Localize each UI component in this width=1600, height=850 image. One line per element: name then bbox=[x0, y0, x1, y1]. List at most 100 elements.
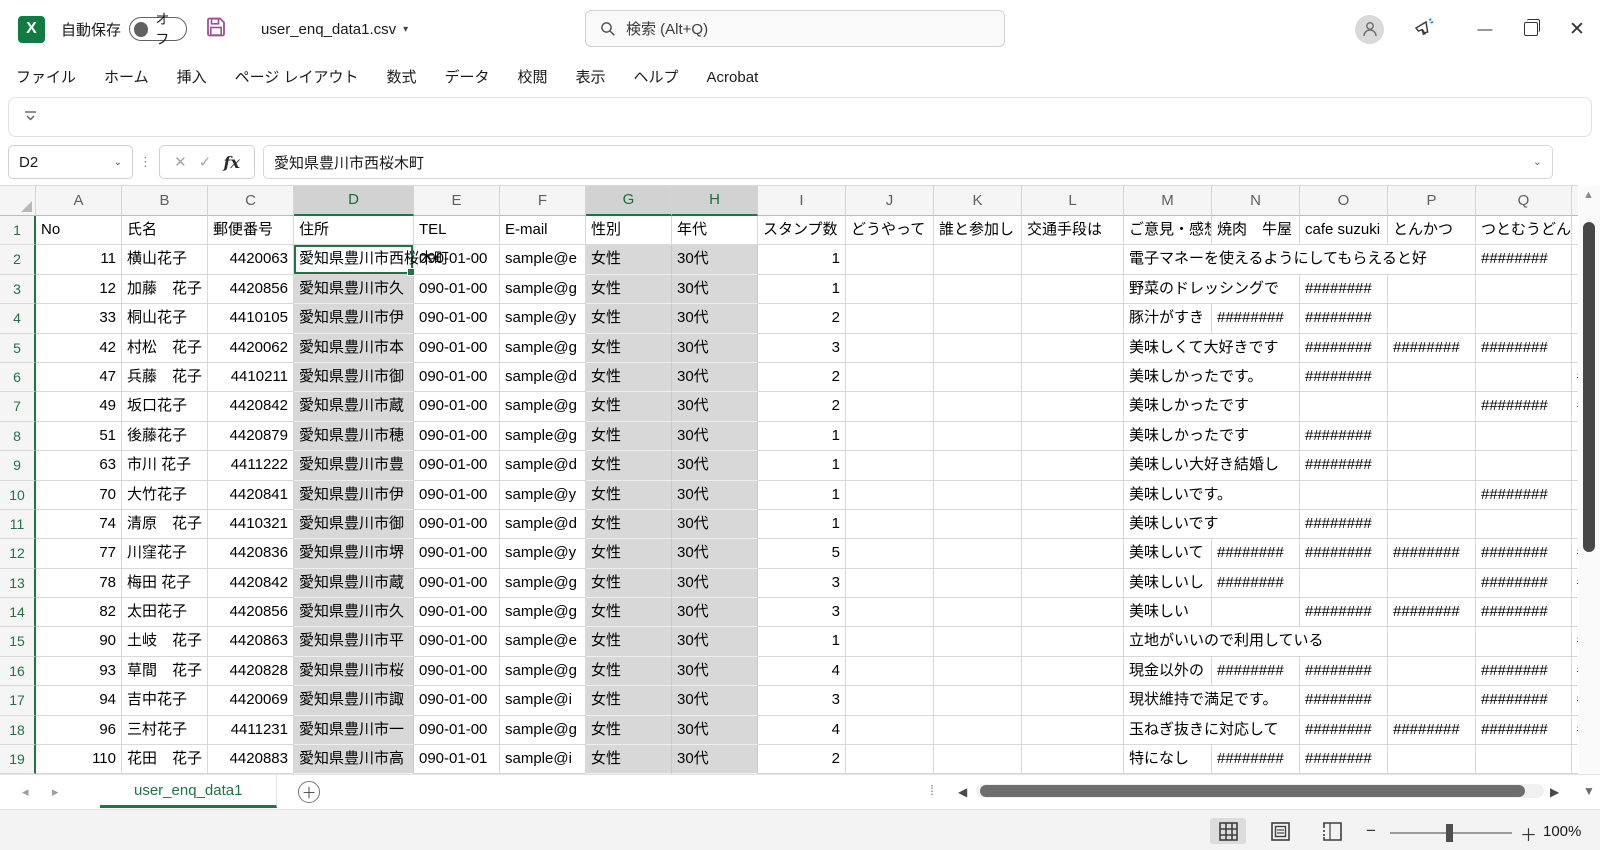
cell-E8[interactable]: 090-01-00 bbox=[414, 422, 500, 451]
cell-N4[interactable]: ######## bbox=[1212, 304, 1300, 333]
cell-I15[interactable]: 1 bbox=[758, 627, 846, 656]
cell-A7[interactable]: 49 bbox=[36, 392, 122, 421]
cell-M8[interactable]: 美味しかったです bbox=[1124, 422, 1300, 451]
cell-I14[interactable]: 3 bbox=[758, 598, 846, 627]
row-header-6[interactable]: 6 bbox=[0, 363, 36, 392]
cell-F7[interactable]: sample@g bbox=[500, 392, 586, 421]
insert-function-icon[interactable]: fx bbox=[224, 153, 240, 172]
cell-E12[interactable]: 090-01-00 bbox=[414, 539, 500, 568]
cell-R19[interactable] bbox=[1572, 745, 1578, 774]
cell-D4[interactable]: 愛知県豊川市伊 bbox=[294, 304, 414, 333]
cell-I10[interactable]: 1 bbox=[758, 481, 846, 510]
zoom-slider-thumb[interactable] bbox=[1446, 824, 1453, 842]
cell-G18[interactable]: 女性 bbox=[586, 716, 672, 745]
cell-K8[interactable] bbox=[934, 422, 1022, 451]
cell-O17[interactable]: ######## bbox=[1300, 686, 1388, 715]
scroll-up-icon[interactable]: ▲ bbox=[1583, 189, 1595, 201]
column-header-M[interactable]: M bbox=[1124, 186, 1212, 216]
cell-Q11[interactable] bbox=[1476, 510, 1572, 539]
cell-E14[interactable]: 090-01-00 bbox=[414, 598, 500, 627]
cell-O12[interactable]: ######## bbox=[1300, 539, 1388, 568]
cell-D5[interactable]: 愛知県豊川市本 bbox=[294, 334, 414, 363]
cell-J18[interactable] bbox=[846, 716, 934, 745]
cell-R16[interactable]: ######## bbox=[1572, 657, 1578, 686]
cell-A9[interactable]: 63 bbox=[36, 451, 122, 480]
cell-K12[interactable] bbox=[934, 539, 1022, 568]
cell-B15[interactable]: 土岐 花子 bbox=[122, 627, 208, 656]
cell-C18[interactable]: 4411231 bbox=[208, 716, 294, 745]
cell-G6[interactable]: 女性 bbox=[586, 363, 672, 392]
cell-R1[interactable] bbox=[1572, 216, 1578, 245]
cell-I17[interactable]: 3 bbox=[758, 686, 846, 715]
cell-B16[interactable]: 草間 花子 bbox=[122, 657, 208, 686]
cell-A19[interactable]: 110 bbox=[36, 745, 122, 774]
ribbon-tab-4[interactable]: 数式 bbox=[372, 58, 430, 97]
cell-I7[interactable]: 2 bbox=[758, 392, 846, 421]
cell-M16[interactable]: 現金以外の bbox=[1124, 657, 1212, 686]
cell-H6[interactable]: 30代 bbox=[672, 363, 758, 392]
cell-K2[interactable] bbox=[934, 245, 1022, 274]
minimize-button[interactable]: — bbox=[1462, 0, 1508, 58]
cell-C13[interactable]: 4420842 bbox=[208, 569, 294, 598]
column-header-O[interactable]: O bbox=[1300, 186, 1388, 216]
cell-L15[interactable] bbox=[1022, 627, 1124, 656]
cell-K13[interactable] bbox=[934, 569, 1022, 598]
cell-K1[interactable]: 誰と参加し bbox=[934, 216, 1022, 245]
cell-B4[interactable]: 桐山花子 bbox=[122, 304, 208, 333]
cell-C4[interactable]: 4410105 bbox=[208, 304, 294, 333]
cell-A15[interactable]: 90 bbox=[36, 627, 122, 656]
cell-A4[interactable]: 33 bbox=[36, 304, 122, 333]
ribbon-tab-5[interactable]: データ bbox=[430, 58, 503, 97]
cell-O13[interactable] bbox=[1300, 569, 1388, 598]
cell-R14[interactable] bbox=[1572, 598, 1578, 627]
cell-H17[interactable]: 30代 bbox=[672, 686, 758, 715]
cell-R5[interactable] bbox=[1572, 334, 1578, 363]
cell-O10[interactable] bbox=[1300, 481, 1388, 510]
cell-D19[interactable]: 愛知県豊川市高 bbox=[294, 745, 414, 774]
normal-view-button[interactable] bbox=[1210, 818, 1246, 844]
cell-R3[interactable] bbox=[1572, 275, 1578, 304]
cell-H12[interactable]: 30代 bbox=[672, 539, 758, 568]
name-box[interactable]: D2 ⌄ bbox=[8, 145, 133, 179]
cell-D15[interactable]: 愛知県豊川市平 bbox=[294, 627, 414, 656]
page-layout-view-button[interactable] bbox=[1262, 818, 1298, 844]
close-button[interactable]: ✕ bbox=[1554, 0, 1600, 58]
cell-I6[interactable]: 2 bbox=[758, 363, 846, 392]
cell-C14[interactable]: 4420856 bbox=[208, 598, 294, 627]
search-input[interactable]: 検索 (Alt+Q) bbox=[585, 10, 1005, 47]
cell-A6[interactable]: 47 bbox=[36, 363, 122, 392]
cell-B11[interactable]: 清原 花子 bbox=[122, 510, 208, 539]
cell-D12[interactable]: 愛知県豊川市堺 bbox=[294, 539, 414, 568]
column-header-R[interactable] bbox=[1572, 186, 1578, 216]
cell-H15[interactable]: 30代 bbox=[672, 627, 758, 656]
cell-P16[interactable] bbox=[1388, 657, 1476, 686]
cell-F11[interactable]: sample@d bbox=[500, 510, 586, 539]
cell-N19[interactable]: ######## bbox=[1212, 745, 1300, 774]
cell-J17[interactable] bbox=[846, 686, 934, 715]
cell-M1[interactable]: ご意見・感想 bbox=[1124, 216, 1212, 245]
cell-M12[interactable]: 美味しいて bbox=[1124, 539, 1212, 568]
cell-G1[interactable]: 性別 bbox=[586, 216, 672, 245]
cell-R17[interactable]: ######## bbox=[1572, 686, 1578, 715]
cancel-icon[interactable]: ✕ bbox=[174, 153, 187, 171]
cell-P10[interactable] bbox=[1388, 481, 1476, 510]
hscroll-left-icon[interactable]: ◀ bbox=[958, 785, 967, 799]
ribbon-tab-6[interactable]: 校閲 bbox=[504, 58, 562, 97]
cell-D1[interactable]: 住所 bbox=[294, 216, 414, 245]
cell-D9[interactable]: 愛知県豊川市豊 bbox=[294, 451, 414, 480]
cell-R13[interactable]: ######## bbox=[1572, 569, 1578, 598]
cell-E17[interactable]: 090-01-00 bbox=[414, 686, 500, 715]
cell-H7[interactable]: 30代 bbox=[672, 392, 758, 421]
cell-I1[interactable]: スタンプ数 bbox=[758, 216, 846, 245]
cell-L13[interactable] bbox=[1022, 569, 1124, 598]
horizontal-scroll-thumb[interactable] bbox=[980, 785, 1525, 797]
cell-Q19[interactable] bbox=[1476, 745, 1572, 774]
cell-A1[interactable]: No bbox=[36, 216, 122, 245]
cell-F17[interactable]: sample@i bbox=[500, 686, 586, 715]
cell-O14[interactable]: ######## bbox=[1300, 598, 1388, 627]
cell-B17[interactable]: 吉中花子 bbox=[122, 686, 208, 715]
cell-E7[interactable]: 090-01-00 bbox=[414, 392, 500, 421]
formula-input[interactable]: 愛知県豊川市西桜木町 ⌄ bbox=[263, 145, 1553, 179]
cell-Q13[interactable]: ######## bbox=[1476, 569, 1572, 598]
hscroll-right-icon[interactable]: ▶ bbox=[1550, 785, 1559, 799]
